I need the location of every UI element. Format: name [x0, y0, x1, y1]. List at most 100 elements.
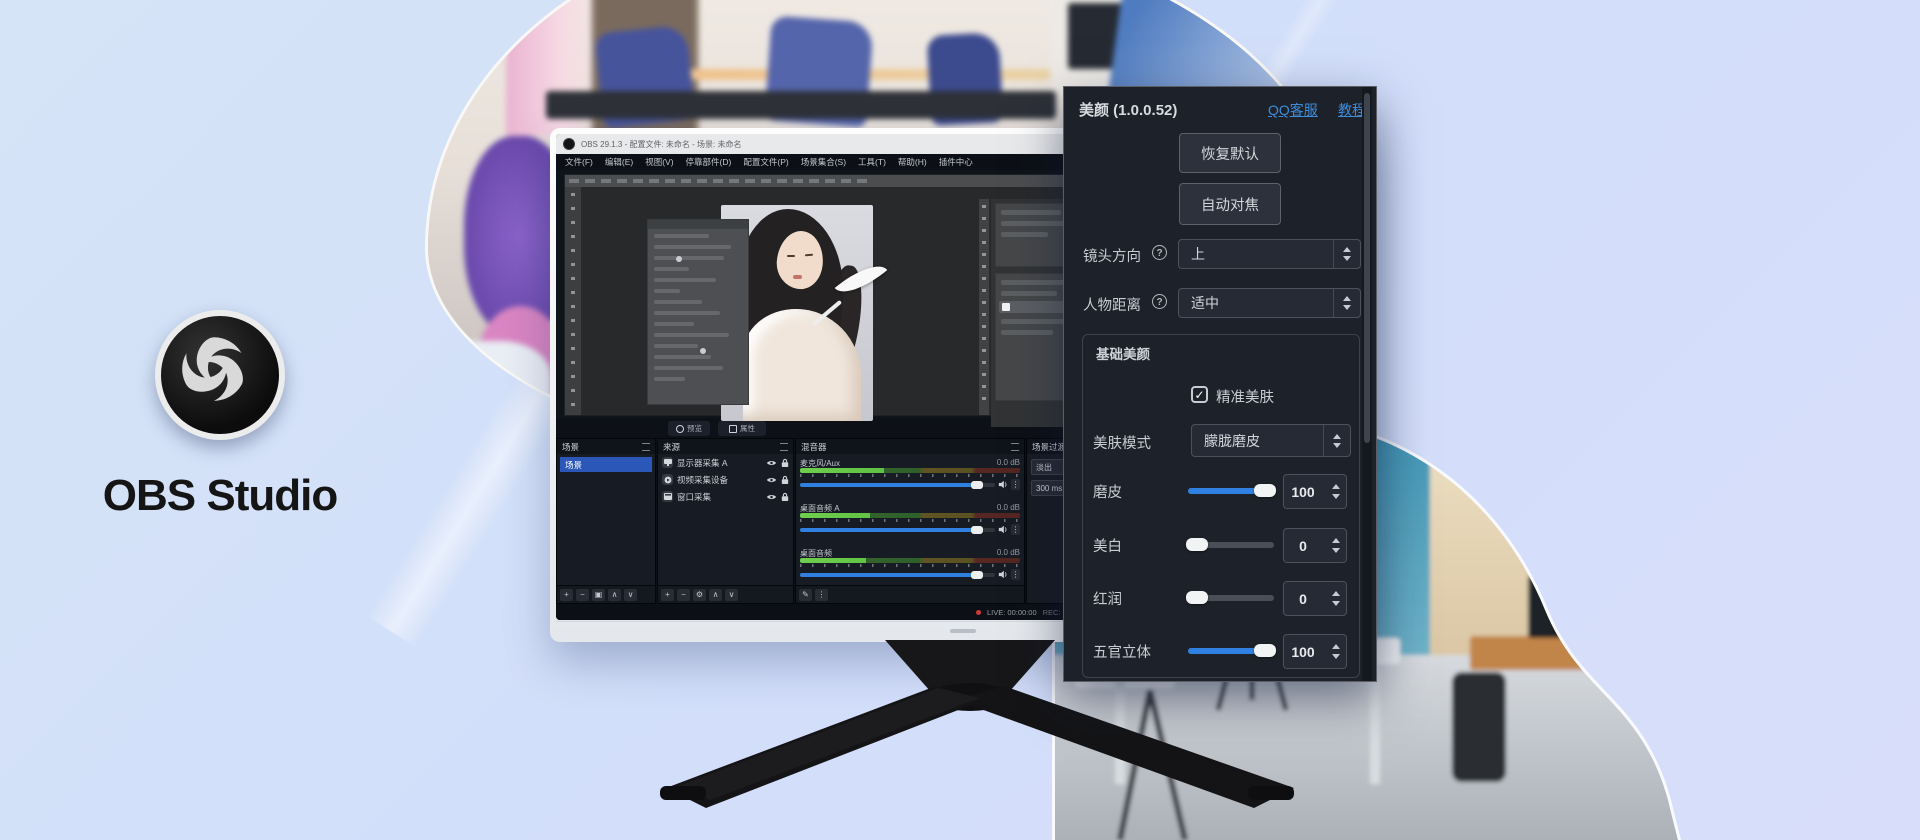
dock-menu-icon[interactable] — [1011, 443, 1019, 451]
whitening-value: 0 — [1284, 529, 1322, 562]
speaker-icon[interactable] — [998, 525, 1008, 534]
move-source-up-button[interactable]: ∧ — [709, 589, 722, 601]
speaker-icon[interactable] — [998, 480, 1008, 489]
mixer-channel: 麦克风/Aux0.0 dB ⋮ — [800, 458, 1020, 503]
slider-handle[interactable] — [1254, 484, 1276, 497]
select-spinner[interactable] — [1333, 240, 1360, 268]
scenes-dock-title: 场景 — [562, 441, 579, 453]
lock-icon[interactable] — [781, 458, 789, 468]
add-source-button[interactable]: + — [661, 589, 674, 601]
volume-slider[interactable] — [800, 483, 995, 487]
visibility-eye-icon[interactable] — [766, 493, 777, 501]
chevron-up-icon[interactable] — [1332, 538, 1340, 543]
move-scene-down-button[interactable]: ∨ — [624, 589, 637, 601]
move-scene-up-button[interactable]: ∧ — [608, 589, 621, 601]
chevron-up-icon[interactable] — [1332, 591, 1340, 596]
menu-help[interactable]: 帮助(H) — [898, 156, 927, 168]
source-properties-button[interactable]: ⚙ — [693, 589, 706, 601]
ps-toolbar — [565, 187, 581, 415]
menu-profile[interactable]: 配置文件(P) — [743, 156, 788, 168]
menu-plugin-center[interactable]: 插件中心 — [939, 156, 973, 168]
qq-support-link[interactable]: QQ客服 — [1268, 100, 1318, 120]
smooth-skin-spinbox[interactable]: 100 — [1283, 474, 1347, 509]
remove-source-button[interactable]: − — [677, 589, 690, 601]
menu-file[interactable]: 文件(F) — [565, 156, 593, 168]
preview-toggle-button[interactable]: 预览 — [668, 421, 710, 436]
chevron-down-icon[interactable] — [1332, 601, 1340, 606]
dock-menu-icon[interactable] — [780, 443, 788, 451]
chevron-down-icon[interactable] — [1332, 548, 1340, 553]
visibility-eye-icon[interactable] — [766, 476, 777, 484]
whitening-spinbox[interactable]: 0 — [1283, 528, 1347, 563]
precise-skin-label: 精准美肤 — [1216, 386, 1274, 407]
speaker-icon[interactable] — [998, 570, 1008, 579]
mixer-toolbar: ✎ ⋮ — [796, 585, 1024, 603]
volume-slider[interactable] — [800, 528, 995, 532]
rosy-spinbox[interactable]: 0 — [1283, 581, 1347, 616]
chevron-down-icon — [1333, 443, 1341, 448]
volume-slider[interactable] — [800, 573, 995, 577]
meter-ticks — [800, 564, 1020, 567]
scrollbar-thumb[interactable] — [1364, 93, 1370, 443]
volume-slider-handle[interactable] — [971, 481, 983, 489]
help-icon[interactable]: ? — [1152, 245, 1167, 260]
chevron-down-icon[interactable] — [1332, 494, 1340, 499]
person-distance-select[interactable]: 适中 — [1178, 288, 1361, 318]
chevron-up-icon[interactable] — [1332, 644, 1340, 649]
volume-slider-handle[interactable] — [971, 526, 983, 534]
channel-options-button[interactable]: ⋮ — [1011, 524, 1020, 535]
rosy-slider[interactable] — [1188, 595, 1274, 601]
autofocus-button[interactable]: 自动对焦 — [1179, 183, 1281, 225]
lock-icon[interactable] — [781, 475, 789, 485]
slider-handle[interactable] — [1186, 591, 1208, 604]
source-name: 视频采集设备 — [677, 474, 762, 486]
slider-handle[interactable] — [1186, 538, 1208, 551]
chevron-down-icon[interactable] — [1332, 654, 1340, 659]
whitening-slider[interactable] — [1188, 542, 1274, 548]
volume-slider-handle[interactable] — [971, 571, 983, 579]
mixer-more-button[interactable]: ⋮ — [815, 589, 828, 601]
remove-scene-button[interactable]: − — [576, 589, 589, 601]
skin-mode-select[interactable]: 朦胧磨皮 — [1191, 424, 1351, 457]
meter-ticks — [800, 474, 1020, 477]
menu-edit[interactable]: 编辑(E) — [605, 156, 633, 168]
menu-view[interactable]: 视图(V) — [645, 156, 673, 168]
camera-icon — [662, 474, 673, 485]
source-row[interactable]: 显示器采集 A — [658, 454, 793, 471]
mixer-filters-button[interactable]: ✎ — [799, 589, 812, 601]
source-row[interactable]: 视频采集设备 — [658, 471, 793, 488]
smooth-skin-slider[interactable] — [1188, 488, 1274, 494]
properties-button[interactable]: 属性 — [718, 421, 766, 436]
lock-icon[interactable] — [781, 492, 789, 502]
precise-skin-checkbox[interactable]: ✓ — [1191, 386, 1208, 403]
menu-tools[interactable]: 工具(T) — [858, 156, 886, 168]
sources-dock: 来源 显示器采集 A 视频采集设备 — [657, 438, 794, 604]
reset-defaults-button[interactable]: 恢复默认 — [1179, 133, 1281, 173]
camera-direction-select[interactable]: 上 — [1178, 239, 1361, 269]
move-source-down-button[interactable]: ∨ — [725, 589, 738, 601]
select-spinner[interactable] — [1323, 425, 1350, 456]
skin-mode-label: 美肤模式 — [1093, 432, 1151, 453]
obs-brand-name: OBS Studio — [40, 471, 400, 521]
menu-scene-collection[interactable]: 场景集合(S) — [801, 156, 846, 168]
panel-scrollbar[interactable] — [1362, 87, 1372, 681]
dock-menu-icon[interactable] — [642, 443, 650, 451]
source-row[interactable]: 窗口采集 — [658, 488, 793, 505]
facial-3d-slider[interactable] — [1188, 648, 1274, 654]
duplicate-scene-button[interactable]: ▣ — [592, 589, 605, 601]
help-icon[interactable]: ? — [1152, 294, 1167, 309]
scene-list-item-selected[interactable]: 场景 — [560, 457, 652, 472]
menu-docks[interactable]: 停靠部件(D) — [686, 156, 732, 168]
ps-slider-knob — [676, 256, 682, 262]
rosy-label: 红润 — [1093, 588, 1122, 609]
chevron-up-icon[interactable] — [1332, 484, 1340, 489]
channel-options-button[interactable]: ⋮ — [1011, 569, 1020, 580]
facial-3d-spinbox[interactable]: 100 — [1283, 634, 1347, 669]
ps-right-mini-icons — [982, 205, 986, 409]
channel-options-button[interactable]: ⋮ — [1011, 479, 1020, 490]
select-spinner[interactable] — [1333, 289, 1360, 317]
add-scene-button[interactable]: + — [560, 589, 573, 601]
slider-handle[interactable] — [1254, 644, 1276, 657]
window-light — [1560, 470, 1645, 565]
visibility-eye-icon[interactable] — [766, 459, 777, 467]
